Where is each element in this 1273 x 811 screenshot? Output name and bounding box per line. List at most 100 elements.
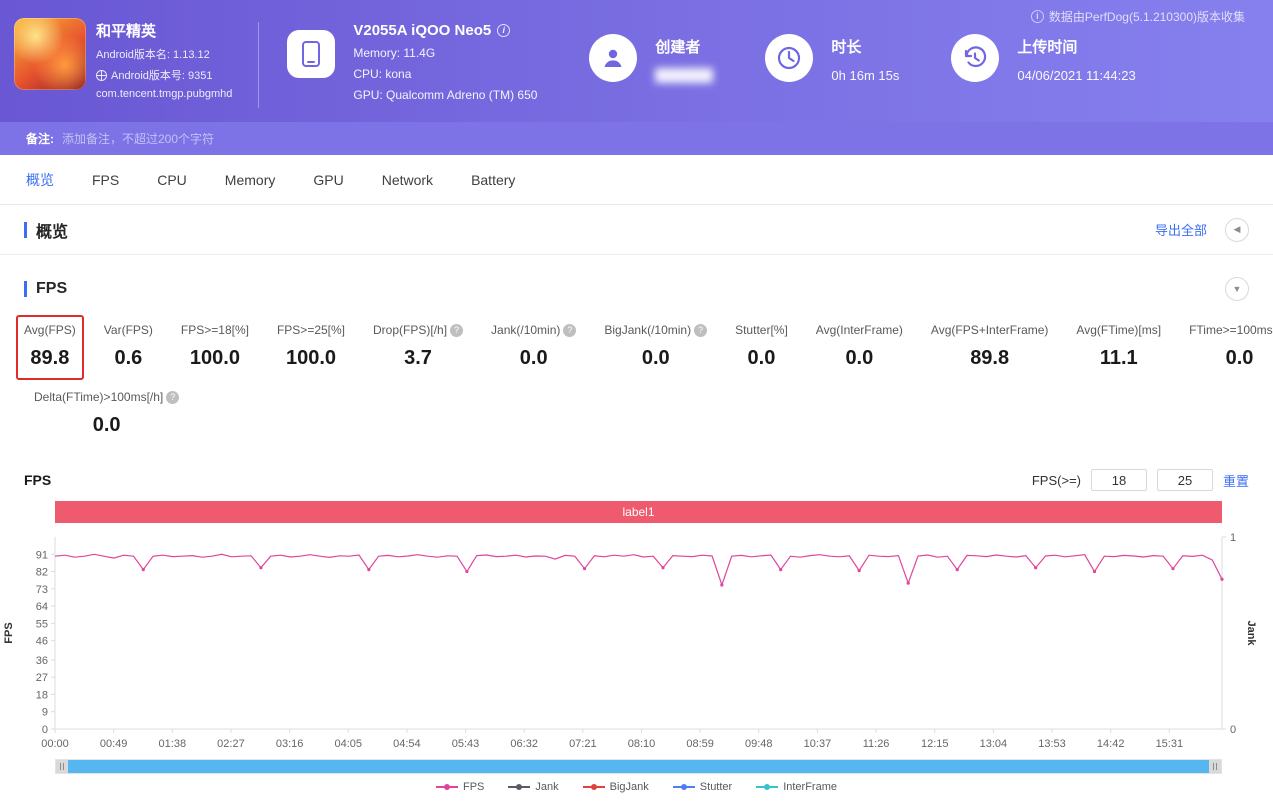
tab-Battery[interactable]: Battery [471,172,515,188]
svg-text:04:54: 04:54 [393,738,421,750]
chart-label-banner: label1 [55,501,1222,523]
metric-Avg(InterFrame): Avg(InterFrame)0.0 [808,315,911,380]
legend-label: InterFrame [783,781,837,793]
svg-text:08:10: 08:10 [628,738,656,750]
metric-BigJank(/10min): BigJank(/10min)?0.0 [596,315,715,380]
legend-marker [436,783,458,791]
fps-section-head: FPS ▼ [0,255,1273,301]
metric-Avg(FPS): Avg(FPS)89.8 [16,315,84,380]
metric-value: 0.0 [34,414,179,437]
legend-item-FPS[interactable]: FPS [436,781,484,793]
fps-section-title: FPS [36,280,67,298]
svg-text:27: 27 [36,672,48,684]
info-icon: i [1031,10,1044,23]
header-divider [258,22,259,108]
fps-threshold-input-2[interactable] [1157,469,1213,491]
device-memory: Memory: 11.4G [353,46,537,60]
chart-zoom-scrollbar [55,759,1222,774]
svg-text:55: 55 [36,618,48,630]
creator-label: 创建者 [655,36,713,57]
fps-threshold-input-1[interactable] [1091,469,1147,491]
legend-marker [583,783,605,791]
svg-text:0: 0 [42,724,48,736]
tab-Network[interactable]: Network [382,172,433,188]
device-info-icon[interactable]: i [497,24,510,37]
scrollbar-right-handle[interactable] [1209,760,1221,773]
legend-item-Stutter[interactable]: Stutter [673,781,732,793]
legend-item-InterFrame[interactable]: InterFrame [756,781,837,793]
svg-text:73: 73 [36,584,48,596]
metric-value: 89.8 [931,347,1048,370]
fps-metrics-row: Avg(FPS)89.8Var(FPS)0.6FPS>=18[%]100.0FP… [0,301,1273,380]
remark-placeholder: 添加备注，不超过200个字符 [62,130,214,147]
legend-marker [756,783,778,791]
game-app-icon [14,18,86,90]
device-block: V2055A iQOO Neo5 i Memory: 11.4G CPU: ko… [287,16,537,102]
metric-FTime>=100ms[%]: FTime>=100ms[%]0.0 [1181,315,1273,380]
report-header: 和平精英 Android版本名: 1.13.12 Android版本号: 935… [0,0,1273,122]
metric-value: 0.0 [491,347,576,370]
app-package: com.tencent.tmgp.pubgmhd [96,88,232,100]
metric-value: 11.1 [1076,347,1161,370]
metric-FPS>=18[%]: FPS>=18[%]100.0 [173,315,257,380]
svg-text:36: 36 [36,655,48,667]
reset-link[interactable]: 重置 [1223,471,1249,490]
tab-GPU[interactable]: GPU [313,172,343,188]
metric-value: 0.0 [735,347,788,370]
fps-collapse-button[interactable]: ▼ [1225,277,1249,301]
help-icon[interactable]: ? [166,391,179,404]
fps-threshold-label: FPS(>=) [1032,473,1081,488]
metric-Drop(FPS)[/h]: Drop(FPS)[/h]?3.7 [365,315,471,380]
remark-label: 备注: [26,130,54,147]
svg-text:06:32: 06:32 [510,738,538,750]
tab-CPU[interactable]: CPU [157,172,187,188]
svg-text:12:15: 12:15 [921,738,949,750]
svg-text:07:21: 07:21 [569,738,597,750]
svg-text:46: 46 [36,636,48,648]
svg-text:14:42: 14:42 [1097,738,1125,750]
svg-text:11:26: 11:26 [863,738,890,750]
svg-text:13:53: 13:53 [1038,738,1066,750]
metric-Var(FPS): Var(FPS)0.6 [96,315,161,380]
scrollbar-left-handle[interactable] [56,760,68,773]
svg-text:0: 0 [1230,724,1236,736]
svg-text:82: 82 [36,567,48,579]
help-icon[interactable]: ? [563,324,576,337]
fps-line-chart[interactable]: 091827364655647382910100:0000:4901:3802:… [0,525,1273,757]
tab-概览[interactable]: 概览 [26,170,54,190]
duration-block: 时长 0h 16m 15s [765,16,899,83]
legend-item-BigJank[interactable]: BigJank [583,781,649,793]
help-icon[interactable]: ? [450,324,463,337]
overview-collapse-button[interactable]: ◀ [1225,218,1249,242]
metric-Delta(FTime)>100ms[/h]: Delta(FTime)>100ms[/h]?0.0 [26,382,187,447]
scrollbar-track[interactable] [68,760,1209,773]
svg-text:91: 91 [36,549,48,561]
metric-FPS>=25[%]: FPS>=25[%]100.0 [269,315,353,380]
remark-input-bar[interactable]: 备注: 添加备注，不超过200个字符 [0,122,1273,155]
upload-time-label: 上传时间 [1017,36,1135,57]
duration-label: 时长 [831,36,899,57]
section-accent-bar [24,281,27,297]
metric-Avg(FTime)[ms]: Avg(FTime)[ms]11.1 [1068,315,1169,380]
device-cpu: CPU: kona [353,67,537,81]
metric-value: 0.0 [816,347,903,370]
export-all-link[interactable]: 导出全部 [1155,220,1207,239]
help-icon[interactable]: ? [694,324,707,337]
svg-text:00:49: 00:49 [100,738,128,750]
clock-icon [765,34,813,82]
duration-value: 0h 16m 15s [831,68,899,83]
svg-text:09:48: 09:48 [745,738,773,750]
metric-value: 0.0 [604,347,707,370]
metric-value: 89.8 [24,347,76,370]
app-version-code: Android版本号: 9351 [96,67,232,83]
creator-name-redacted [655,68,713,83]
tab-Memory[interactable]: Memory [225,172,276,188]
metric-Avg(FPS+InterFrame): Avg(FPS+InterFrame)89.8 [923,315,1056,380]
legend-item-Jank[interactable]: Jank [508,781,558,793]
device-model: V2055A iQOO Neo5 i [353,22,537,39]
legend-label: FPS [463,781,484,793]
tab-FPS[interactable]: FPS [92,172,119,188]
fps-chart-head: FPS FPS(>=) 重置 [0,447,1273,491]
fps-metrics-row2: Delta(FTime)>100ms[/h]?0.0 [0,380,1273,447]
svg-text:18: 18 [36,689,48,701]
